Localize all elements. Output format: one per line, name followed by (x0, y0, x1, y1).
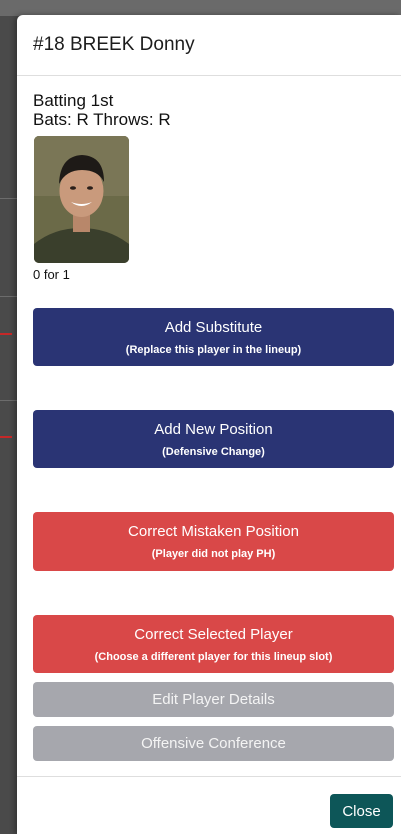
button-sublabel: (Defensive Change) (162, 445, 265, 458)
button-sublabel: (Replace this player in the lineup) (125, 343, 302, 356)
button-label: Correct Selected Player (134, 625, 293, 643)
backdrop-marker (0, 333, 12, 335)
button-label: Add New Position (154, 420, 273, 438)
close-button[interactable]: Close (330, 794, 393, 828)
correct-mistaken-position-button[interactable]: Correct Mistaken Position (Player did no… (33, 512, 394, 571)
button-sublabel: (Choose a different player for this line… (94, 650, 333, 663)
modal-footer-divider (17, 776, 401, 777)
player-info: Batting 1st Bats: R Throws: R (17, 76, 401, 129)
button-label: Add Substitute (164, 318, 263, 336)
correct-selected-player-button[interactable]: Correct Selected Player (Choose a differ… (33, 615, 394, 673)
backdrop-marker (0, 436, 12, 438)
button-sublabel: (Player did not play PH) (151, 548, 276, 560)
player-modal: #18 BREEK Donny Batting 1st Bats: R Thro… (17, 15, 401, 834)
edit-player-details-button[interactable]: Edit Player Details (33, 682, 394, 717)
button-label: Correct Mistaken Position (128, 523, 299, 540)
modal-header: #18 BREEK Donny (17, 15, 401, 76)
button-label: Edit Player Details (152, 691, 275, 708)
handedness: Bats: R Throws: R (33, 110, 171, 129)
batting-order: Batting 1st (33, 91, 114, 110)
offensive-conference-button[interactable]: Offensive Conference (33, 726, 394, 761)
backdrop-header (0, 0, 401, 16)
button-label: Offensive Conference (141, 735, 286, 752)
modal-title: #18 BREEK Donny (33, 34, 195, 55)
player-photo (34, 136, 129, 263)
add-substitute-button[interactable]: Add Substitute (Replace this player in t… (33, 308, 394, 366)
add-new-position-button[interactable]: Add New Position (Defensive Change) (33, 410, 394, 468)
stat-line: 0 for 1 (33, 267, 70, 282)
